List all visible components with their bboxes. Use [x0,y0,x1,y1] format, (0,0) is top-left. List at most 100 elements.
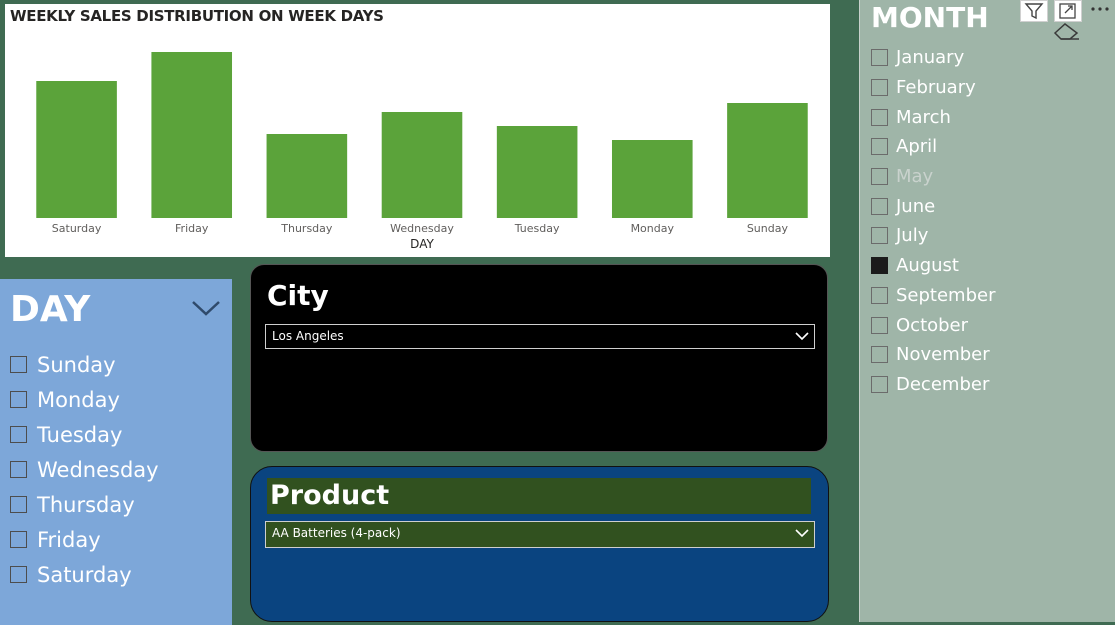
checkbox[interactable] [871,316,888,334]
chevron-down-icon [795,529,809,538]
day-option-friday[interactable]: Friday [10,522,159,557]
checkbox[interactable] [871,197,888,215]
day-option-sunday[interactable]: Sunday [10,347,159,382]
month-option-label: March [896,106,951,128]
checkbox[interactable] [871,257,888,275]
day-option-tuesday[interactable]: Tuesday [10,417,159,452]
chevron-down-icon[interactable] [190,297,222,319]
checkbox[interactable] [871,375,888,393]
month-option-february[interactable]: February [871,73,996,103]
month-option-label: June [896,195,936,217]
bar-monday[interactable] [611,140,693,218]
month-slicer-list: January February March April May June July Augu… [871,43,996,399]
month-option-november[interactable]: November [871,340,996,370]
day-option-label: Tuesday [37,422,123,447]
x-tick-label: Tuesday [514,222,560,235]
checkbox[interactable] [871,168,888,186]
checkbox[interactable] [871,227,888,245]
x-tick-label: Thursday [280,222,333,235]
product-slicer-header: Product [267,478,811,514]
bar-thursday[interactable] [266,134,348,218]
chevron-down-icon [795,332,809,341]
sales-chart-visual[interactable]: Saturday Friday Thursday Wednesday Tuesday Mo… [5,4,830,257]
month-option-april[interactable]: April [871,132,996,162]
checkbox[interactable] [871,346,888,364]
more-options-icon [1091,7,1109,11]
checkbox[interactable] [10,461,27,478]
city-slicer: City Los Angeles [250,264,828,452]
x-tick-label: Monday [631,222,675,235]
product-slicer: Product AA Batteries (4-pack) [250,466,829,622]
clear-selections-icon[interactable] [1052,20,1082,42]
month-option-label: April [896,136,938,158]
bar-tuesday[interactable] [496,126,578,218]
product-dropdown[interactable]: AA Batteries (4-pack) [265,521,815,548]
checkbox[interactable] [10,391,27,408]
month-option-july[interactable]: July [871,221,996,251]
month-option-march[interactable]: March [871,102,996,132]
day-slicer-list: Sunday Monday Tuesday Wednesday Thursday Frid… [10,347,159,592]
month-slicer-title: MONTH [871,1,989,34]
x-axis-title: DAY [410,237,434,251]
day-slicer: DAY Sunday Monday Tuesday Wednesday Thursday… [0,279,232,625]
month-option-june[interactable]: June [871,191,996,221]
month-slicer: MONTH January February March April May June Ju… [859,0,1115,622]
month-option-label: May [896,166,934,188]
x-tick-label: Saturday [52,222,102,235]
month-option-september[interactable]: September [871,281,996,311]
month-option-may[interactable]: May [871,162,996,192]
visual-header-toolbar [1020,0,1115,22]
month-option-october[interactable]: October [871,310,996,340]
checkbox[interactable] [871,108,888,126]
month-option-january[interactable]: January [871,43,996,73]
focus-mode-icon [1059,3,1076,19]
checkbox[interactable] [10,426,27,443]
bar-chart: Saturday Friday Thursday Wednesday Tuesday Mo… [36,52,808,251]
checkbox[interactable] [10,496,27,513]
checkbox[interactable] [10,531,27,548]
checkbox[interactable] [871,79,888,97]
month-option-label: July [896,225,929,247]
focus-mode-button[interactable] [1054,0,1082,22]
day-option-thursday[interactable]: Thursday [10,487,159,522]
chart-title: WEEKLY SALES DISTRIBUTION ON WEEK DAYS [10,7,384,25]
city-slicer-title: City [267,279,329,312]
day-option-monday[interactable]: Monday [10,382,159,417]
day-option-label: Sunday [37,352,116,377]
bar-saturday[interactable] [36,81,117,218]
month-option-label: November [896,344,990,366]
checkbox[interactable] [871,138,888,156]
month-option-label: January [896,47,965,69]
month-option-august[interactable]: August [871,251,996,281]
day-option-label: Monday [37,387,120,412]
product-dropdown-value: AA Batteries (4-pack) [272,526,401,540]
month-option-label: February [896,77,976,99]
checkbox[interactable] [871,286,888,304]
month-option-december[interactable]: December [871,370,996,400]
month-option-label: October [896,314,969,336]
bar-sunday[interactable] [727,103,808,218]
city-dropdown-value: Los Angeles [272,329,344,343]
product-slicer-title: Product [270,480,390,511]
month-option-label: September [896,284,996,306]
checkbox[interactable] [10,566,27,583]
filter-button[interactable] [1020,0,1048,22]
city-dropdown[interactable]: Los Angeles [265,324,815,349]
day-option-label: Wednesday [37,457,159,482]
bar-friday[interactable] [151,52,233,218]
x-tick-label: Friday [175,222,209,235]
day-option-saturday[interactable]: Saturday [10,557,159,592]
checkbox[interactable] [871,49,888,67]
more-options-button[interactable] [1086,0,1115,22]
x-tick-label: Wednesday [390,222,454,235]
day-option-label: Friday [37,527,101,552]
checkbox[interactable] [10,356,27,373]
day-option-label: Saturday [37,562,132,587]
bar-wednesday[interactable] [381,112,463,218]
month-option-label: August [896,255,959,277]
month-option-label: December [896,373,990,395]
day-option-label: Thursday [37,492,135,517]
day-option-wednesday[interactable]: Wednesday [10,452,159,487]
day-slicer-title: DAY [10,289,91,330]
filter-icon [1024,3,1044,20]
